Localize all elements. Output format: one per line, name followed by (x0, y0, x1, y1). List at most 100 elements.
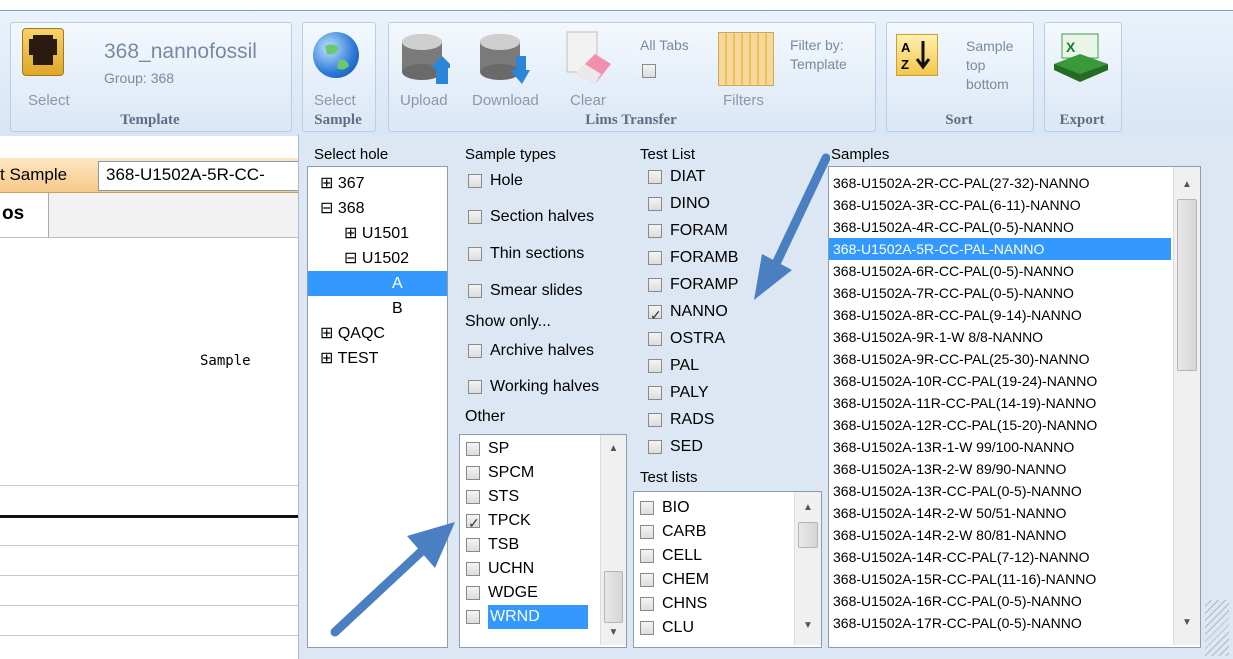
sample-row[interactable]: 368-U1502A-4R-CC-PAL(0-5)-NANNO (829, 216, 1171, 238)
checkbox-box[interactable] (640, 620, 654, 635)
other-item[interactable]: STS (466, 485, 519, 509)
checkbox-thin-sections[interactable]: Thin sections (468, 245, 584, 263)
sample-row[interactable]: 368-U1502A-14R-CC-PAL(7-12)-NANNO (829, 546, 1171, 568)
checkbox-box[interactable] (648, 223, 662, 238)
clear-button[interactable]: Clear (570, 92, 606, 109)
test-item[interactable]: PALY (648, 379, 709, 406)
checkbox-box[interactable] (640, 548, 654, 563)
sample-row[interactable]: 368-U1502A-15R-CC-PAL(11-16)-NANNO (829, 568, 1171, 590)
scroll-down-arrow-icon[interactable]: ▼ (601, 627, 626, 638)
sample-row[interactable]: 368-U1502A-11R-CC-PAL(14-19)-NANNO (829, 392, 1171, 414)
expand-icon[interactable]: ⊞ (344, 225, 357, 242)
checkbox-box[interactable] (640, 572, 654, 587)
samples-listbox[interactable]: 368-U1502A-2R-CC-PAL(27-32)-NANNO 368-U15… (828, 166, 1201, 648)
test-lists-item[interactable]: CHNS (640, 592, 707, 616)
test-lists-listbox[interactable]: BIO CARB CELL CHEM CHNS CLU ▲ ▼ (633, 491, 822, 648)
sample-row[interactable]: 368-U1502A-12R-CC-PAL(15-20)-NANNO (829, 414, 1171, 436)
upload-icon[interactable] (400, 30, 454, 86)
tree-item-u1502[interactable]: ⊟ U1502 (344, 246, 409, 271)
checkbox-box[interactable] (466, 561, 480, 576)
checkbox-box[interactable] (648, 358, 662, 373)
select-template-label[interactable]: Select (28, 92, 70, 109)
checkbox-smear-slides[interactable]: Smear slides (468, 282, 582, 300)
other-listbox[interactable]: SP SPCM STS TPCK TSB UCHN WDGE WRND ▲ ▼ (459, 434, 627, 648)
scroll-thumb[interactable] (604, 571, 623, 623)
other-item[interactable]: TPCK (466, 509, 531, 535)
checkbox-box[interactable] (468, 283, 482, 298)
checkbox-box[interactable] (648, 169, 662, 184)
sample-row[interactable]: 368-U1502A-9R-1-W 8/8-NANNO (829, 326, 1171, 348)
test-lists-scrollbar[interactable]: ▲ ▼ (794, 492, 821, 645)
scroll-thumb[interactable] (798, 522, 818, 548)
test-item[interactable]: PAL (648, 352, 699, 379)
checkbox-box[interactable] (648, 250, 662, 265)
tree-item-test[interactable]: ⊞ TEST (320, 346, 378, 371)
checkbox-box[interactable] (466, 537, 480, 552)
checkbox-box[interactable] (466, 465, 480, 480)
download-button[interactable]: Download (472, 92, 539, 109)
select-template-icon[interactable] (22, 28, 64, 76)
expand-icon[interactable]: ⊞ (320, 325, 333, 342)
other-scrollbar[interactable]: ▲ ▼ (600, 435, 626, 645)
sample-row[interactable]: 368-U1502A-13R-CC-PAL(0-5)-NANNO (829, 480, 1171, 502)
sample-row[interactable]: 368-U1502A-6R-CC-PAL(0-5)-NANNO (829, 260, 1171, 282)
checkbox-box[interactable] (468, 343, 482, 358)
tree-item-a[interactable]: A (308, 271, 447, 296)
tree-item-367[interactable]: ⊞ 367 (320, 171, 365, 196)
sample-row[interactable]: 368-U1502A-8R-CC-PAL(9-14)-NANNO (829, 304, 1171, 326)
sample-row[interactable]: 368-U1502A-5R-CC-PAL-NANNO (829, 238, 1171, 260)
checkbox-box[interactable] (648, 331, 662, 346)
select-sample-label[interactable]: Select (314, 92, 356, 109)
download-icon[interactable] (478, 30, 530, 86)
checkbox-working-halves[interactable]: Working halves (468, 378, 599, 396)
scroll-down-arrow-icon[interactable]: ▼ (1174, 617, 1200, 628)
sample-row[interactable]: 368-U1502A-3R-CC-PAL(6-11)-NANNO (829, 194, 1171, 216)
export-group-label[interactable]: Export (1044, 112, 1120, 129)
checkbox-box[interactable] (648, 412, 662, 427)
checkbox-box[interactable] (466, 489, 480, 504)
test-item[interactable]: FORAM (648, 217, 728, 244)
filters-button[interactable]: Filters (723, 92, 764, 109)
checkbox-box[interactable] (648, 385, 662, 400)
scroll-up-arrow-icon[interactable]: ▲ (795, 502, 821, 513)
sample-row[interactable]: 368-U1502A-13R-2-W 89/90-NANNO (829, 458, 1171, 480)
expand-icon[interactable]: ⊞ (320, 350, 333, 367)
test-lists-item[interactable]: BIO (640, 496, 690, 520)
other-item[interactable]: SPCM (466, 461, 534, 485)
checkbox-box[interactable] (648, 277, 662, 292)
checkbox-box[interactable] (640, 524, 654, 539)
test-item[interactable]: FORAMB (648, 244, 738, 271)
sort-az-icon[interactable]: AZ (896, 34, 938, 76)
sample-row[interactable]: 368-U1502A-10R-CC-PAL(19-24)-NANNO (829, 370, 1171, 392)
scroll-up-arrow-icon[interactable]: ▲ (1174, 179, 1200, 190)
checkbox-box[interactable] (468, 379, 482, 394)
checkbox-box[interactable] (648, 439, 662, 454)
checkbox-hole[interactable]: Hole (468, 172, 523, 190)
sample-row[interactable]: 368-U1502A-14R-2-W 50/51-NANNO (829, 502, 1171, 524)
checkbox-box[interactable] (648, 302, 662, 329)
sample-row[interactable]: 368-U1502A-13R-1-W 99/100-NANNO (829, 436, 1171, 458)
checkbox-box[interactable] (640, 500, 654, 515)
tree-item-qaqc[interactable]: ⊞ QAQC (320, 321, 385, 346)
scroll-up-arrow-icon[interactable]: ▲ (601, 443, 626, 454)
checkbox-box[interactable] (468, 209, 482, 224)
filters-icon[interactable] (718, 32, 774, 86)
other-item[interactable]: WDGE (466, 581, 538, 605)
expand-icon[interactable]: ⊞ (320, 175, 333, 192)
sample-row[interactable]: 368-U1502A-14R-2-W 80/81-NANNO (829, 524, 1171, 546)
test-lists-item[interactable]: CHEM (640, 568, 709, 592)
test-item[interactable]: NANNO (648, 298, 728, 329)
collapse-icon[interactable]: ⊟ (320, 200, 333, 217)
sample-row[interactable]: 368-U1502A-17R-CC-PAL(0-5)-NANNO (829, 612, 1171, 634)
checkbox-box[interactable] (640, 596, 654, 611)
sample-row[interactable]: 368-U1502A-7R-CC-PAL(0-5)-NANNO (829, 282, 1171, 304)
test-item[interactable]: RADS (648, 406, 714, 433)
checkbox-box[interactable] (648, 196, 662, 211)
all-tabs-checkbox[interactable] (642, 64, 656, 79)
resize-grip-icon[interactable] (1205, 600, 1229, 656)
checkbox-box[interactable] (466, 609, 480, 624)
scroll-down-arrow-icon[interactable]: ▼ (795, 620, 821, 631)
test-lists-item[interactable]: CARB (640, 520, 706, 544)
other-item[interactable]: SP (466, 437, 509, 461)
tree-item-u1501[interactable]: ⊞ U1501 (344, 221, 409, 246)
